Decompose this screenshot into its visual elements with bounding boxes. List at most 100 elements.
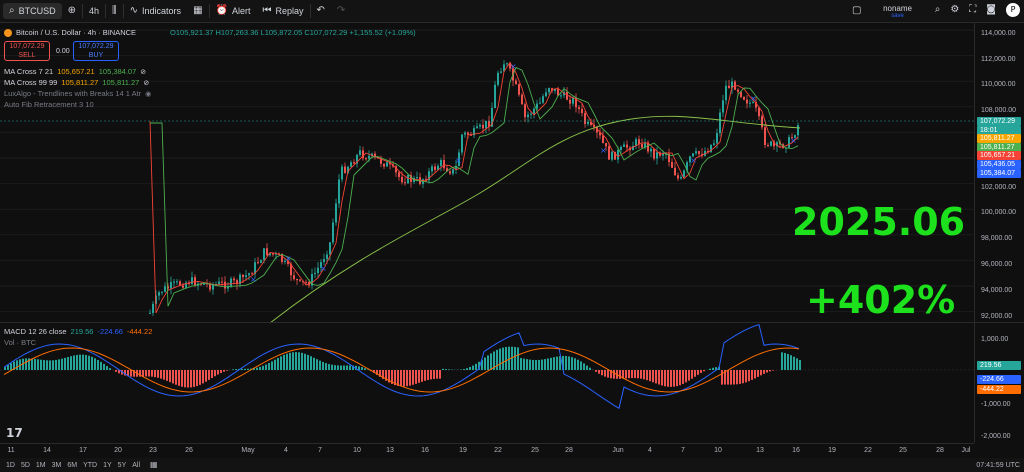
ma-cross-1-row[interactable]: MA Cross 7 21 105,657.21 105,384.07 ⊘: [4, 66, 151, 77]
calendar-icon[interactable]: ▦: [146, 460, 162, 470]
templates-button[interactable]: ▦: [187, 0, 208, 22]
range-button-all[interactable]: All: [130, 462, 142, 469]
macd-histogram-bar: [745, 370, 747, 383]
macd-histogram-bar: [688, 370, 690, 381]
account-menu[interactable]: noname save: [883, 0, 912, 22]
candle-body: [449, 171, 451, 174]
camera-icon[interactable]: ◙: [986, 5, 996, 15]
range-button-1y[interactable]: 1Y: [101, 462, 114, 469]
break-marker: ×: [285, 254, 292, 263]
luxalgo-row[interactable]: LuxAlgo - Trendlines with Breaks 14 1 At…: [4, 88, 151, 99]
candle-body: [761, 116, 763, 128]
macd-histogram-bar: [337, 365, 339, 370]
hide-icon[interactable]: ⊘: [143, 78, 149, 88]
macd-histogram-bar: [556, 356, 558, 370]
macd-histogram-bar: [265, 364, 267, 370]
candle-body: [767, 145, 769, 147]
time-label: 17: [79, 447, 87, 454]
range-button-ytd[interactable]: YTD: [81, 462, 99, 469]
undo-button[interactable]: ↶: [311, 0, 331, 22]
time-label: 20: [114, 447, 122, 454]
tradingview-logo[interactable]: 𝟭𝟳: [6, 426, 23, 440]
macd-histogram-bar: [430, 370, 432, 380]
search-icon[interactable]: ⌕: [935, 5, 941, 15]
time-axis[interactable]: 11 14 17 20 23 26 May 4 7 10 13 16 19 22 25 28 Jun 4 7 10 13…: [0, 443, 974, 458]
macd-histogram-bar: [697, 370, 699, 375]
range-button-1d[interactable]: 1D: [4, 462, 17, 469]
candle-body: [293, 275, 295, 280]
candle-body: [617, 149, 619, 160]
candle-body: [431, 166, 433, 172]
time-label: 25: [531, 447, 539, 454]
time-label: Jul: [961, 447, 971, 454]
price-axis[interactable]: 114,000.00 112,000.00 110,000.00 108,000.00…: [974, 23, 1024, 443]
ma-cross-2-row[interactable]: MA Cross 99 99 105,811.27 105,811.27 ⊘: [4, 77, 151, 88]
time-label: 16: [792, 447, 800, 454]
spread-value: 0.00: [56, 48, 70, 55]
macd-histogram-bar: [676, 370, 678, 387]
macd-histogram-bar: [487, 355, 489, 370]
candle-body: [341, 166, 343, 180]
interval-button[interactable]: 4h: [83, 0, 105, 22]
alert-button[interactable]: ⏰ Alert: [210, 0, 257, 22]
macd-histogram-bar: [271, 361, 273, 370]
replay-button[interactable]: ⏮ Replay: [256, 0, 309, 22]
time-label: 7: [681, 447, 685, 454]
macd-histogram-bar: [313, 357, 315, 370]
hide-icon[interactable]: ⊘: [140, 67, 146, 77]
vol-row[interactable]: Vol · BTC: [4, 337, 152, 348]
macd-histogram-bar: [211, 370, 213, 379]
macd-v2: -224.66: [97, 327, 123, 336]
eye-icon[interactable]: ◉: [145, 89, 151, 99]
layout-button[interactable]: ▢: [846, 0, 867, 22]
macd-axis-label: -2,000.00: [981, 433, 1011, 440]
macd-histogram-bar: [223, 370, 225, 372]
buy-button[interactable]: 107,072.29 BUY: [73, 41, 119, 61]
macd-histogram-bar: [10, 363, 12, 370]
range-button-5y[interactable]: 5Y: [116, 462, 129, 469]
candle-body: [170, 282, 172, 289]
macd-histogram-bar: [157, 370, 159, 378]
macd-histogram-bar: [790, 355, 792, 370]
range-button-6m[interactable]: 6M: [65, 462, 79, 469]
candle-body: [539, 102, 541, 104]
pane-divider[interactable]: [0, 322, 1024, 323]
macd-histogram-bar: [343, 365, 345, 370]
symbol-search-button[interactable]: ⌕ BTCUSD: [3, 3, 62, 19]
compare-add-button[interactable]: ⊕: [62, 0, 82, 22]
candle-body: [464, 132, 466, 135]
range-button-5d[interactable]: 5D: [19, 462, 32, 469]
sell-button[interactable]: 107,072.29 SELL: [4, 41, 50, 61]
search-icon: ⌕: [9, 5, 15, 16]
macd-histogram-bar: [502, 347, 504, 370]
fib-row[interactable]: Auto Fib Retracement 3 10: [4, 99, 151, 110]
range-button-1m[interactable]: 1M: [34, 462, 48, 469]
candle-body: [569, 99, 571, 104]
candle-body: [695, 151, 697, 154]
time-label: 13: [756, 447, 764, 454]
candle-body: [524, 104, 526, 118]
redo-button[interactable]: ↷: [331, 0, 351, 22]
time-label: 13: [386, 447, 394, 454]
macd-row[interactable]: MACD 12 26 close 219.56 -224.66 -444.22: [4, 326, 152, 337]
macd-histogram-bar: [97, 359, 99, 370]
candle-body: [338, 179, 340, 204]
templates-icon: ▦: [193, 5, 203, 16]
chart-type-button[interactable]: ⫼: [106, 0, 123, 22]
publish-icon[interactable]: P: [1006, 3, 1020, 17]
candle-body: [482, 124, 484, 129]
macd-histogram-bar: [682, 370, 684, 384]
range-button-3m[interactable]: 3M: [50, 462, 64, 469]
macd-histogram-bar: [202, 370, 204, 384]
account-name: noname: [883, 3, 912, 13]
macd-histogram-bar: [547, 358, 549, 370]
indicators-button[interactable]: ∿ Indicators: [124, 0, 187, 22]
macd-histogram-bar: [214, 370, 216, 377]
fullscreen-icon[interactable]: ⛶: [969, 5, 976, 15]
overlay-date: 2025.06: [792, 200, 966, 244]
candle-body: [245, 275, 247, 278]
macd-histogram-bar: [445, 369, 447, 370]
toolbar-right-icons: ⌕ ⚙ ⛶ ◙ P: [935, 3, 1020, 17]
macd-histogram-bar: [484, 357, 486, 370]
settings-icon[interactable]: ⚙: [950, 5, 959, 15]
